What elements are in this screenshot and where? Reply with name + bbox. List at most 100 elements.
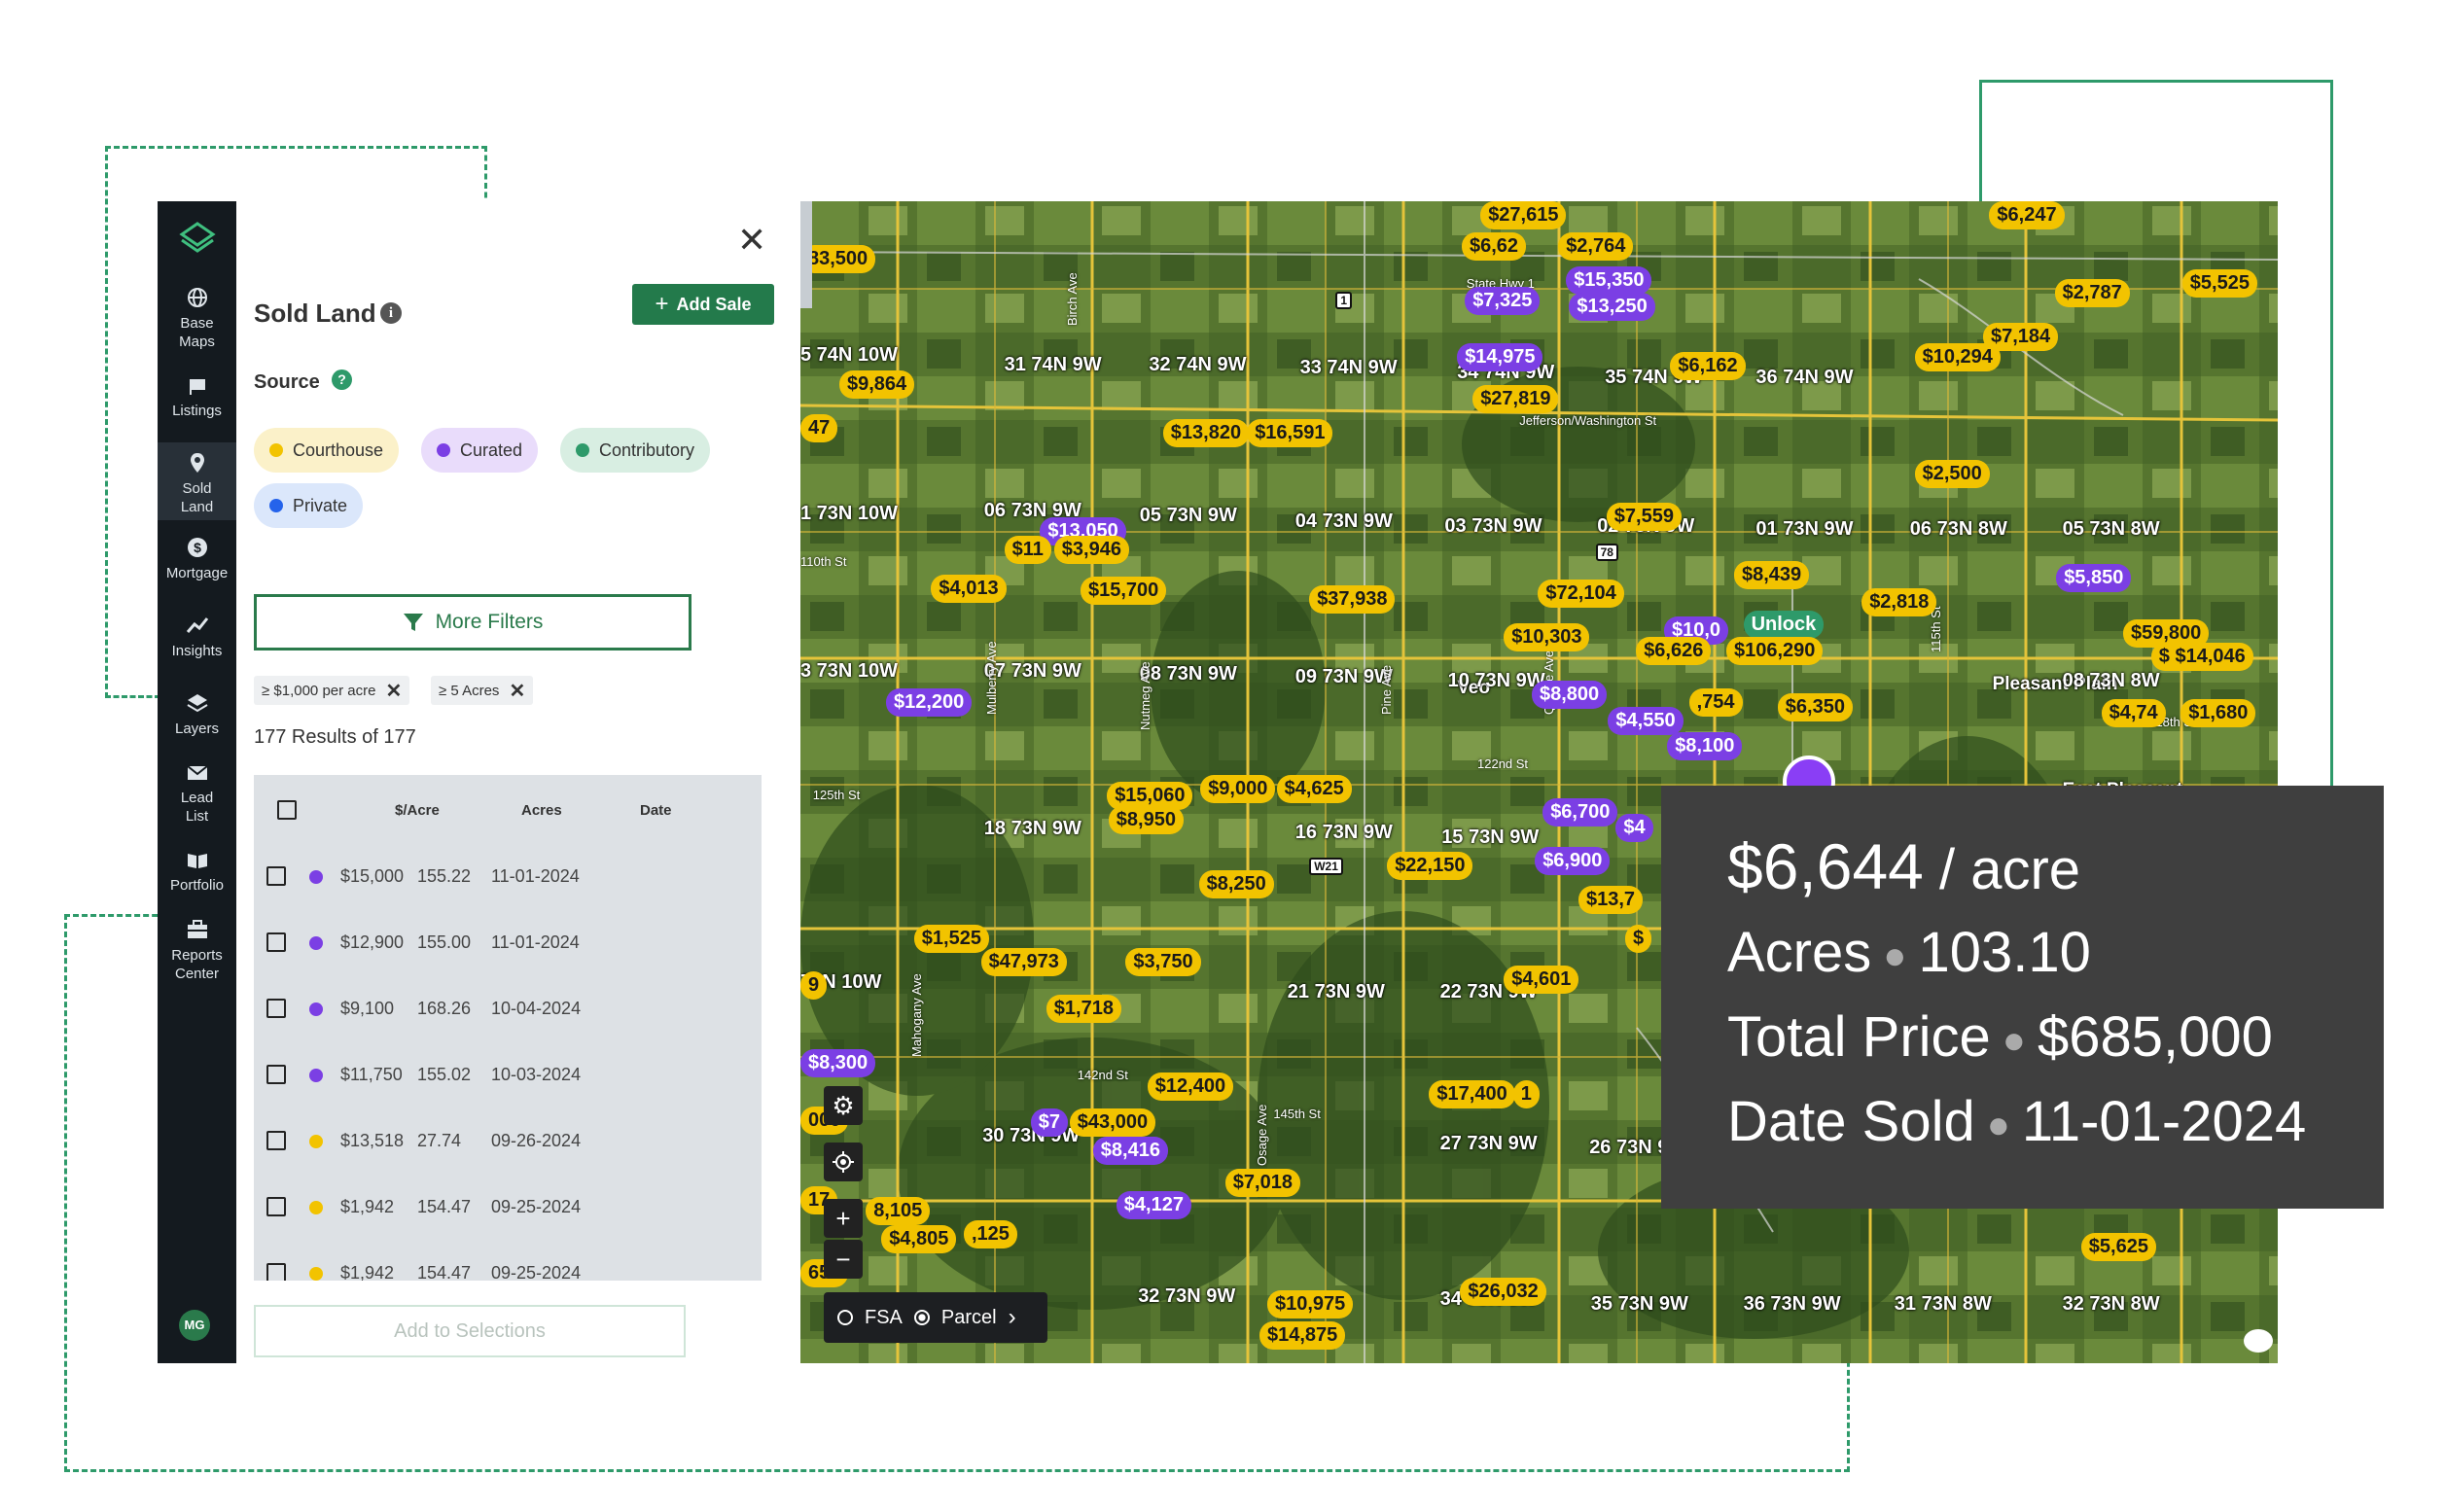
sale-price-marker[interactable]: $4 <box>1615 814 1653 843</box>
table-row[interactable]: $1,942 154.47 09-25-2024 <box>254 1174 762 1240</box>
sale-price-marker[interactable]: $6,62 <box>1462 232 1527 261</box>
col-header-price[interactable]: $/Acre <box>395 802 440 819</box>
panel-resize-handle[interactable] <box>800 201 812 308</box>
rail-item-insights[interactable]: Insights <box>158 615 236 673</box>
sale-price-marker[interactable]: $8,950 <box>1108 806 1184 835</box>
col-header-date[interactable]: Date <box>640 802 672 819</box>
sale-price-marker[interactable]: $1,718 <box>1046 995 1121 1023</box>
sale-price-marker[interactable]: $106,290 <box>1726 637 1824 665</box>
sale-price-marker[interactable]: $3,750 <box>1125 948 1201 976</box>
sale-price-marker[interactable]: $16,591 <box>1247 419 1333 447</box>
chat-bubble-icon[interactable] <box>2244 1329 2273 1353</box>
rail-item-sold-land[interactable]: Sold Land <box>158 442 236 520</box>
sale-price-marker[interactable]: $6,350 <box>1777 692 1853 721</box>
sale-price-marker[interactable]: $4,805 <box>881 1224 957 1253</box>
sale-price-marker[interactable]: $13,820 <box>1162 419 1250 447</box>
sale-price-marker[interactable]: $4,127 <box>1116 1190 1191 1219</box>
sale-price-marker[interactable]: $9,000 <box>1200 775 1276 804</box>
sale-price-marker[interactable]: $15,700 <box>1081 576 1167 605</box>
sale-price-marker[interactable]: $12,400 <box>1147 1072 1234 1101</box>
sale-price-marker[interactable]: $4,013 <box>931 575 1007 603</box>
sale-price-marker[interactable]: 8,105 <box>866 1197 931 1225</box>
rail-item-listings[interactable]: Listings <box>158 376 236 435</box>
help-icon[interactable]: ? <box>332 369 352 390</box>
sale-price-marker[interactable]: ,125 <box>964 1220 1017 1248</box>
add-to-selections-button[interactable]: Add to Selections <box>254 1305 686 1357</box>
sale-price-marker[interactable]: $4,550 <box>1608 707 1684 735</box>
sale-price-marker[interactable]: $1,680 <box>2180 699 2256 727</box>
sale-price-marker[interactable]: $ <box>1625 925 1652 953</box>
sale-price-marker[interactable]: $72,104 <box>1538 579 1624 608</box>
info-icon[interactable]: i <box>380 302 402 324</box>
rail-item-lead-list[interactable]: Lead List <box>158 763 236 831</box>
sale-price-marker[interactable]: $8,300 <box>800 1049 876 1077</box>
sale-price-marker[interactable]: 47 <box>800 414 838 443</box>
rail-item-layers[interactable]: Layers <box>158 692 236 751</box>
remove-filter-icon[interactable]: ✕ <box>385 679 402 703</box>
sale-price-marker[interactable]: $5,525 <box>2181 269 2257 299</box>
row-checkbox[interactable] <box>266 999 286 1018</box>
sale-price-marker[interactable]: $14,975 <box>1457 342 1543 371</box>
source-chip-curated[interactable]: Curated <box>421 428 539 473</box>
sale-price-marker[interactable]: $2,500 <box>1914 459 1990 488</box>
sale-price-marker[interactable]: $6,626 <box>1636 637 1712 665</box>
sale-price-marker[interactable]: $13,7 <box>1578 886 1644 914</box>
row-checkbox[interactable] <box>266 1131 286 1150</box>
sale-price-marker[interactable]: $11 <box>1004 536 1051 564</box>
sale-price-marker[interactable]: $15,350 <box>1566 266 1652 296</box>
table-row[interactable]: $15,000 155.22 11-01-2024 <box>254 843 762 909</box>
sale-price-marker[interactable]: $8,100 <box>1667 731 1743 760</box>
sale-price-marker[interactable]: $8,416 <box>1092 1136 1168 1165</box>
sale-price-marker[interactable]: $22,150 <box>1387 851 1473 880</box>
sale-price-marker[interactable]: $ $14,046 <box>2150 643 2253 672</box>
table-row[interactable]: $11,750 155.02 10-03-2024 <box>254 1041 762 1108</box>
sale-price-marker[interactable]: 9 <box>800 971 828 1000</box>
sale-price-marker[interactable]: ,754 <box>1688 687 1743 717</box>
sale-price-marker[interactable]: $12,200 <box>886 687 973 717</box>
col-header-acres[interactable]: Acres <box>521 802 562 819</box>
row-checkbox[interactable] <box>266 932 286 952</box>
sale-price-marker[interactable]: $1,525 <box>913 925 989 953</box>
sale-price-marker[interactable]: $6,700 <box>1542 798 1618 827</box>
row-checkbox[interactable] <box>266 1065 286 1084</box>
sale-price-marker[interactable]: $2,764 <box>1558 232 1634 261</box>
sale-price-marker[interactable]: $9,864 <box>839 370 915 400</box>
sale-price-marker[interactable]: $27,615 <box>1480 201 1567 229</box>
sale-price-marker[interactable]: $6,162 <box>1670 352 1746 381</box>
sale-price-marker[interactable]: $7,325 <box>1465 287 1541 315</box>
sale-price-marker[interactable]: $17,400 <box>1429 1080 1515 1108</box>
rail-item-portfolio[interactable]: Portfolio <box>158 851 236 909</box>
sale-price-marker[interactable]: $14,875 <box>1259 1321 1346 1350</box>
row-checkbox[interactable] <box>266 1197 286 1216</box>
table-row[interactable]: $13,518 27.74 09-26-2024 <box>254 1108 762 1174</box>
sale-price-marker[interactable]: $10,303 <box>1504 622 1590 651</box>
row-checkbox[interactable] <box>266 1263 286 1281</box>
app-logo-icon[interactable] <box>179 221 216 258</box>
table-row[interactable]: $9,100 168.26 10-04-2024 <box>254 975 762 1041</box>
unlock-button[interactable]: Unlock <box>1743 610 1825 639</box>
remove-filter-icon[interactable]: ✕ <box>509 679 525 703</box>
add-sale-button[interactable]: + Add Sale <box>632 284 774 325</box>
parcel-radio[interactable] <box>913 1310 930 1325</box>
sale-price-marker[interactable]: 1 <box>1512 1080 1540 1108</box>
sale-price-marker[interactable]: $10,294 <box>1914 342 2001 371</box>
sale-price-marker[interactable]: $47,973 <box>980 948 1067 976</box>
sale-price-marker[interactable]: $7,559 <box>1606 503 1682 532</box>
sale-price-marker[interactable]: $3,946 <box>1053 536 1129 564</box>
sale-price-marker[interactable]: $10,975 <box>1267 1290 1354 1319</box>
sale-price-marker[interactable]: $2,787 <box>2054 279 2130 307</box>
sale-price-marker[interactable]: $13,250 <box>1569 293 1655 322</box>
table-row[interactable]: $1,942 154.47 09-25-2024 <box>254 1240 762 1281</box>
more-filters-button[interactable]: More Filters <box>254 594 691 651</box>
source-chip-private[interactable]: Private <box>254 483 364 528</box>
locate-icon[interactable] <box>824 1143 863 1181</box>
sale-price-marker[interactable]: $6,900 <box>1535 847 1611 875</box>
user-avatar[interactable]: MG <box>179 1310 210 1341</box>
rail-item-mortgage[interactable]: $ Mortgage <box>158 537 236 595</box>
row-checkbox[interactable] <box>266 866 286 886</box>
sale-price-marker[interactable]: $7 <box>1030 1108 1069 1137</box>
sale-price-marker[interactable]: $7,018 <box>1224 1169 1300 1198</box>
sale-price-marker[interactable]: $4,625 <box>1276 775 1352 804</box>
sale-price-marker[interactable]: $5,850 <box>2056 563 2132 592</box>
close-icon[interactable]: ✕ <box>737 223 766 258</box>
